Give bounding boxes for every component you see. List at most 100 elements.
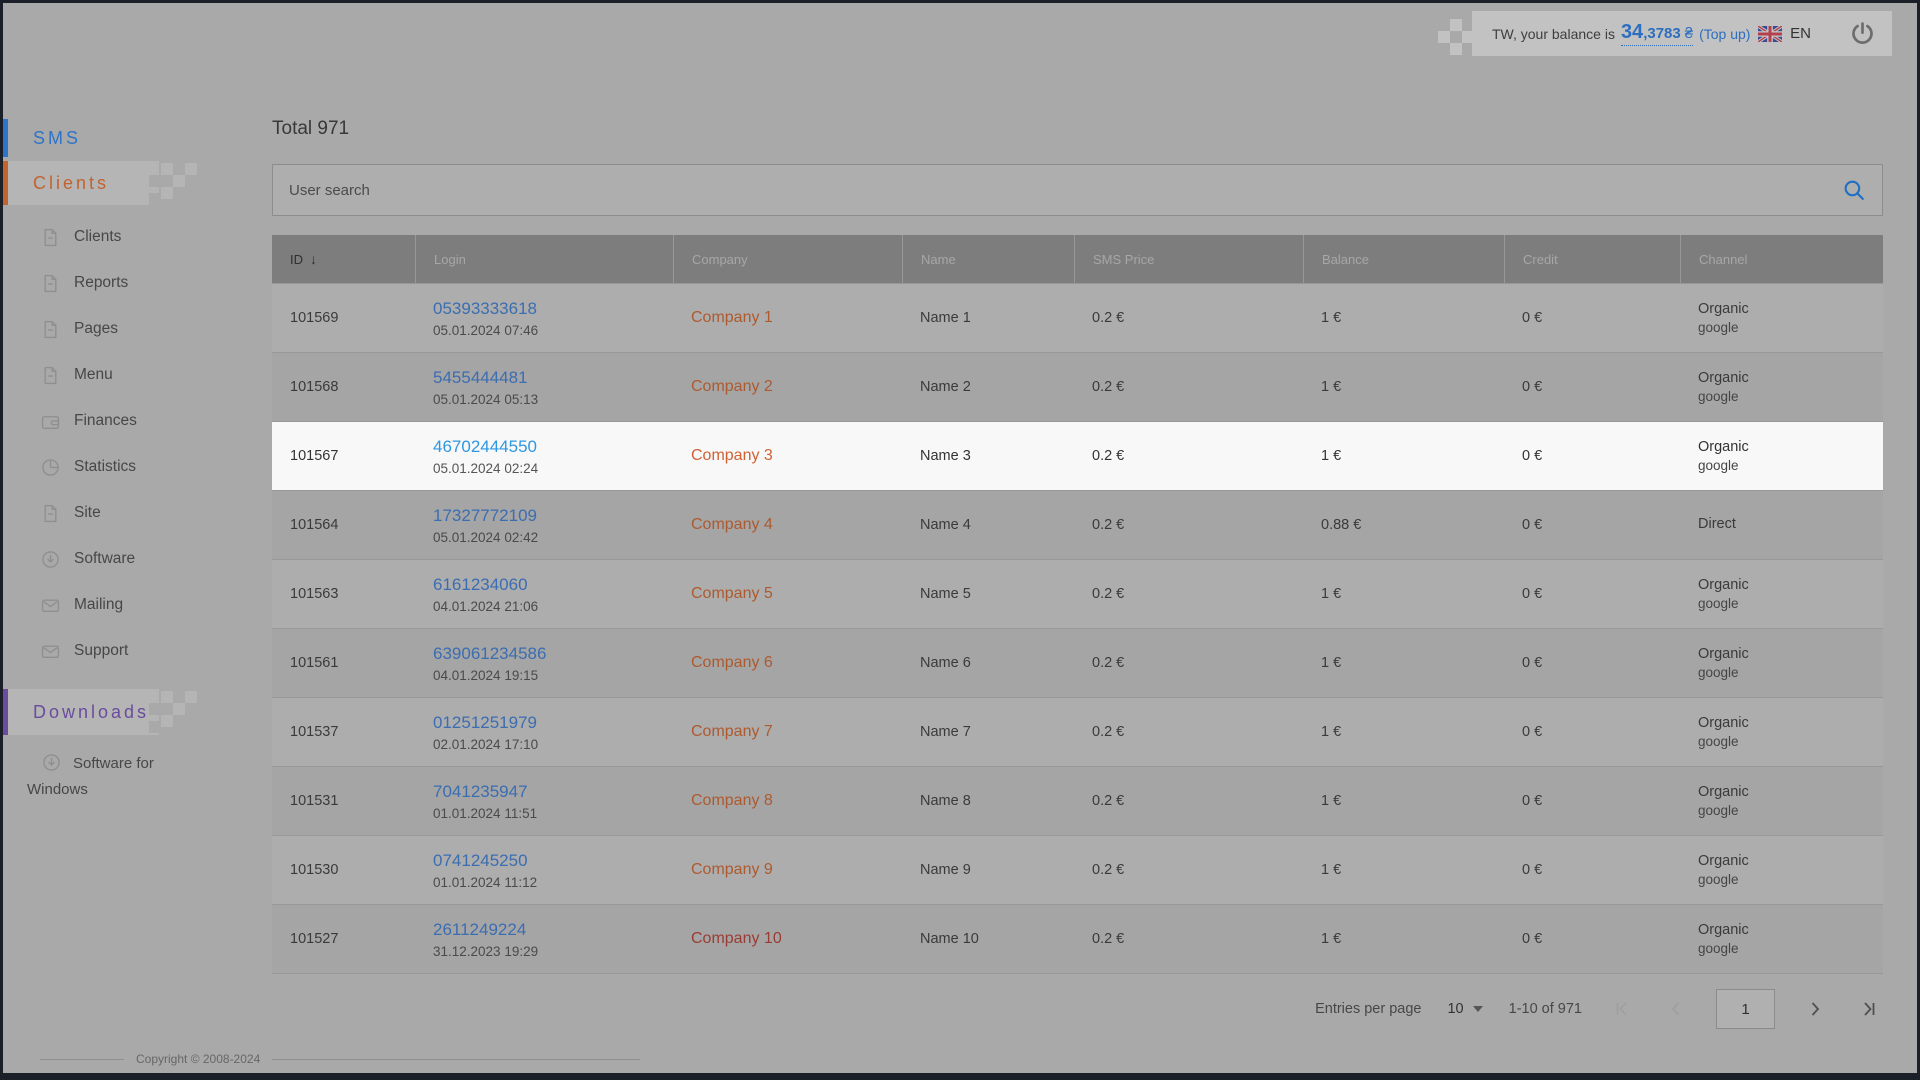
sidebar-item-support[interactable]: Support	[3, 628, 223, 674]
document-icon	[41, 274, 60, 293]
company-link[interactable]: Company 7	[691, 723, 902, 741]
table-row-highlighted[interactable]: 101567 46702444550 05.01.2024 02:24 Comp…	[272, 421, 1883, 490]
company-link[interactable]: Company 10	[691, 930, 902, 948]
sidebar-item-reports[interactable]: Reports	[3, 260, 223, 306]
cell-login: 17327772109 05.01.2024 02:42	[415, 491, 673, 559]
search-button[interactable]	[1826, 165, 1882, 215]
login-link[interactable]: 7041235947	[433, 782, 673, 802]
login-link[interactable]: 2611249224	[433, 920, 673, 940]
pagination-bar: Entries per page 10 1-10 of 971 1	[1315, 985, 1883, 1033]
cell-name: Name 10	[902, 905, 1074, 973]
cell-id: 101527	[272, 905, 415, 973]
sidebar-item-menu[interactable]: Menu	[3, 352, 223, 398]
cell-credit: 0 €	[1504, 836, 1680, 904]
sidebar-item-finances[interactable]: Finances	[3, 398, 223, 444]
cell-sms-price: 0.2 €	[1074, 353, 1303, 421]
page-number-input[interactable]: 1	[1716, 989, 1775, 1029]
column-header-sms-price[interactable]: SMS Price	[1074, 235, 1303, 283]
company-link[interactable]: Company 2	[691, 378, 902, 396]
sidebar-item-clients[interactable]: Clients	[3, 214, 223, 260]
sidebar-item-label: Menu	[74, 366, 113, 384]
copyright-text: Copyright © 2008-2024	[136, 1052, 260, 1066]
active-bar	[3, 689, 8, 735]
cell-id: 101564	[272, 491, 415, 559]
logout-power-button[interactable]	[1849, 20, 1876, 47]
cell-company: Company 6	[673, 629, 902, 697]
company-link[interactable]: Company 3	[691, 447, 902, 465]
company-link[interactable]: Company 1	[691, 309, 902, 327]
sidebar-item-software-for-windows[interactable]: Software for Windows	[3, 751, 179, 803]
table-row[interactable]: 101531 7041235947 01.01.2024 11:51 Compa…	[272, 766, 1883, 835]
cell-channel: Organic google	[1680, 698, 1883, 766]
table-row[interactable]: 101564 17327772109 05.01.2024 02:42 Comp…	[272, 490, 1883, 559]
company-link[interactable]: Company 6	[691, 654, 902, 672]
sidebar-item-mailing[interactable]: Mailing	[3, 582, 223, 628]
login-link[interactable]: 46702444550	[433, 437, 673, 457]
column-header-credit[interactable]: Credit	[1504, 235, 1680, 283]
balance-greeting: TW, your balance is	[1492, 26, 1615, 42]
registration-date: 01.01.2024 11:51	[433, 806, 673, 821]
cell-name: Name 3	[902, 422, 1074, 490]
cell-company: Company 4	[673, 491, 902, 559]
active-bar	[3, 119, 8, 157]
table-row[interactable]: 101568 5455444481 05.01.2024 05:13 Compa…	[272, 352, 1883, 421]
company-link[interactable]: Company 8	[691, 792, 902, 810]
login-link[interactable]: 5455444481	[433, 368, 673, 388]
next-page-button[interactable]	[1801, 989, 1829, 1029]
sidebar-item-software[interactable]: Software	[3, 536, 223, 582]
first-page-button[interactable]	[1608, 989, 1636, 1029]
table-row[interactable]: 101527 2611249224 31.12.2023 19:29 Compa…	[272, 904, 1883, 973]
login-link[interactable]: 639061234586	[433, 644, 673, 664]
cell-id: 101531	[272, 767, 415, 835]
table-row[interactable]: 101569 05393333618 05.01.2024 07:46 Comp…	[272, 283, 1883, 352]
sidebar-item-statistics[interactable]: Statistics	[3, 444, 223, 490]
sidebar-item-label: Mailing	[74, 596, 123, 614]
login-link[interactable]: 01251251979	[433, 713, 673, 733]
column-header-channel[interactable]: Channel	[1680, 235, 1883, 283]
login-link[interactable]: 0741245250	[433, 851, 673, 871]
table-row[interactable]: 101561 639061234586 04.01.2024 19:15 Com…	[272, 628, 1883, 697]
balance-amount-link[interactable]: 34 ,3783 ₴	[1621, 21, 1693, 46]
search-input[interactable]	[273, 165, 1826, 215]
table-row[interactable]: 101563 6161234060 04.01.2024 21:06 Compa…	[272, 559, 1883, 628]
cell-sms-price: 0.2 €	[1074, 698, 1303, 766]
column-header-name[interactable]: Name	[902, 235, 1074, 283]
login-link[interactable]: 6161234060	[433, 575, 673, 595]
cell-id: 101563	[272, 560, 415, 628]
chevron-left-icon	[1666, 999, 1686, 1019]
sidebar-section-sms[interactable]: SMS	[3, 119, 218, 157]
cell-id: 101530	[272, 836, 415, 904]
previous-page-button[interactable]	[1662, 989, 1690, 1029]
cell-sms-price: 0.2 €	[1074, 284, 1303, 352]
registration-date: 04.01.2024 21:06	[433, 599, 673, 614]
column-header-company[interactable]: Company	[673, 235, 902, 283]
sidebar-item-label: Software	[74, 550, 135, 568]
login-link[interactable]: 17327772109	[433, 506, 673, 526]
column-header-login[interactable]: Login	[415, 235, 673, 283]
sidebar-item-pages[interactable]: Pages	[3, 306, 223, 352]
table-row[interactable]: 101537 01251251979 02.01.2024 17:10 Comp…	[272, 697, 1883, 766]
entries-per-page-select[interactable]: 10	[1447, 1001, 1482, 1017]
cell-login: 7041235947 01.01.2024 11:51	[415, 767, 673, 835]
table-row[interactable]: 101530 0741245250 01.01.2024 11:12 Compa…	[272, 835, 1883, 904]
column-header-balance[interactable]: Balance	[1303, 235, 1504, 283]
top-up-link[interactable]: (Top up)	[1699, 26, 1750, 42]
sidebar-menu: Clients Reports Pages Menu Finances	[3, 214, 223, 674]
cell-credit: 0 €	[1504, 560, 1680, 628]
sidebar-item-label: Reports	[74, 274, 128, 292]
cell-name: Name 4	[902, 491, 1074, 559]
language-selector[interactable]: EN	[1758, 25, 1811, 42]
sidebar-item-site[interactable]: Site	[3, 490, 223, 536]
company-link[interactable]: Company 5	[691, 585, 902, 603]
registration-date: 01.01.2024 11:12	[433, 875, 673, 890]
company-link[interactable]: Company 4	[691, 516, 902, 534]
cell-sms-price: 0.2 €	[1074, 905, 1303, 973]
login-link[interactable]: 05393333618	[433, 299, 673, 319]
column-header-id[interactable]: ID ↓	[272, 235, 415, 283]
cell-balance: 1 €	[1303, 767, 1504, 835]
sidebar-item-label: Site	[74, 504, 101, 522]
last-page-button[interactable]	[1855, 989, 1883, 1029]
pie-chart-icon	[41, 458, 60, 477]
company-link[interactable]: Company 9	[691, 861, 902, 879]
cell-id: 101537	[272, 698, 415, 766]
